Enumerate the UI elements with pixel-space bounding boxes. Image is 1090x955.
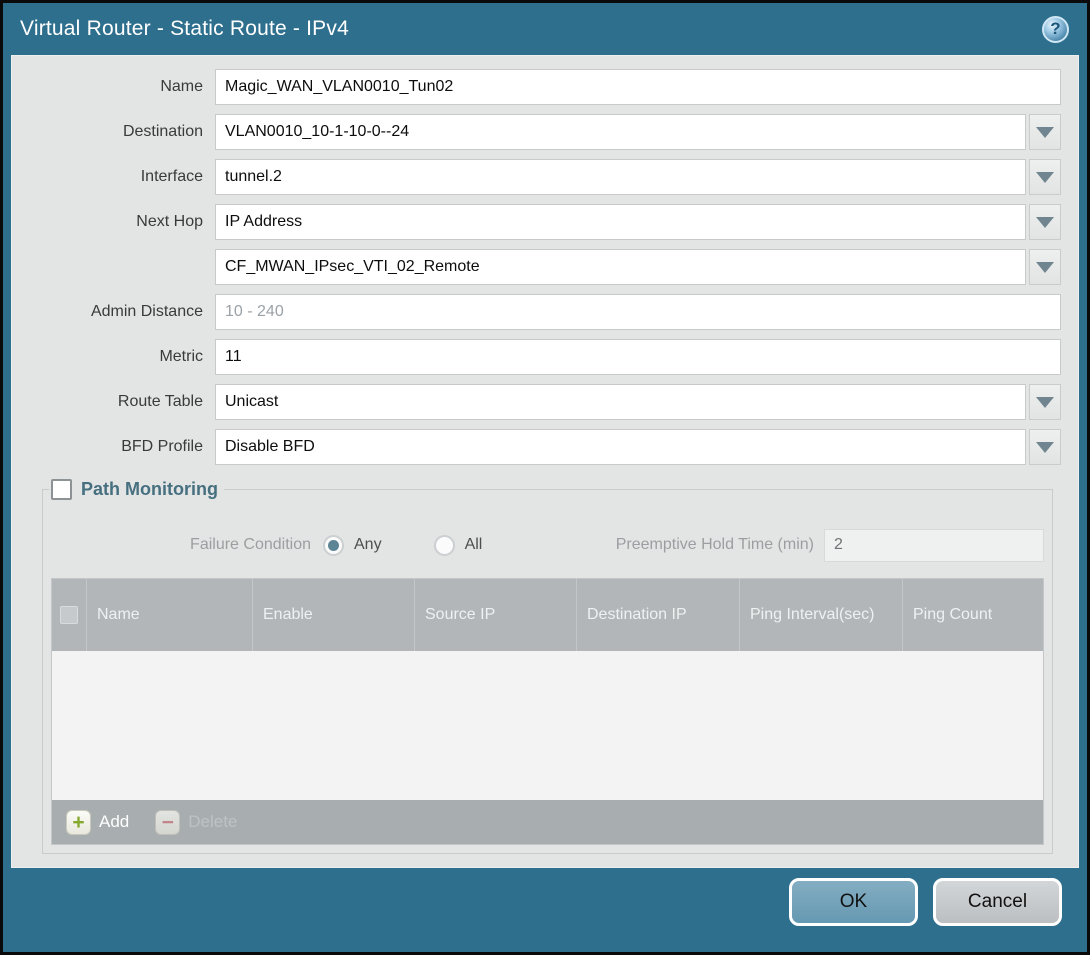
form-row-metric: Metric [22,339,1061,375]
name-label: Name [22,78,215,96]
form-row-next-hop: Next Hop [22,204,1061,240]
table-header-source-ip[interactable]: Source IP [414,579,576,651]
table-header-name[interactable]: Name [86,579,252,651]
form-row-admin-distance: Admin Distance [22,294,1061,330]
plus-icon: + [66,810,91,835]
chevron-down-icon [1036,262,1054,273]
next-hop-address-input[interactable] [215,249,1026,285]
destination-input[interactable] [215,114,1026,150]
bfd-profile-label: BFD Profile [22,438,215,456]
failure-condition-any-label: Any [354,536,382,554]
next-hop-label: Next Hop [22,213,215,231]
path-monitoring-checkbox[interactable] [51,479,72,500]
path-monitoring-section: Path Monitoring Failure Condition Any Al… [42,479,1053,854]
form-row-bfd-profile: BFD Profile [22,429,1061,465]
chevron-down-icon [1036,217,1054,228]
table-header-ping-count[interactable]: Ping Count [902,579,1043,651]
bfd-profile-dropdown-button[interactable] [1029,429,1061,465]
chevron-down-icon [1036,397,1054,408]
route-table-dropdown-button[interactable] [1029,384,1061,420]
table-header-enable[interactable]: Enable [252,579,414,651]
failure-condition-all-label: All [465,536,483,554]
dialog-titlebar: Virtual Router - Static Route - IPv4 ? [3,3,1087,55]
delete-button[interactable]: − Delete [155,810,237,835]
radio-selected-dot-icon [328,540,339,551]
next-hop-address-dropdown-button[interactable] [1029,249,1061,285]
form-row-destination: Destination [22,114,1061,150]
next-hop-type-dropdown-button[interactable] [1029,204,1061,240]
dialog-content: Name Destination Interface [11,55,1079,868]
interface-dropdown-button[interactable] [1029,159,1061,195]
table-header-row: Name Enable Source IP Destination IP Pin… [52,579,1043,651]
table-header-checkbox-cell [52,579,86,651]
name-input[interactable] [215,69,1061,105]
next-hop-type-input[interactable] [215,204,1026,240]
form-row-name: Name [22,69,1061,105]
path-monitoring-legend: Path Monitoring [49,479,224,500]
bfd-profile-input[interactable] [215,429,1026,465]
ok-button[interactable]: OK [789,878,918,926]
admin-distance-label: Admin Distance [22,303,215,321]
chevron-down-icon [1036,172,1054,183]
table-body-empty [52,651,1043,800]
chevron-down-icon [1036,127,1054,138]
delete-button-label: Delete [188,812,237,832]
preemptive-hold-time-input[interactable] [824,529,1044,562]
path-monitoring-table: Name Enable Source IP Destination IP Pin… [51,578,1044,800]
chevron-down-icon [1036,442,1054,453]
failure-condition-row: Failure Condition Any All Preemptive Hol… [51,528,1044,562]
table-header-destination-ip[interactable]: Destination IP [576,579,739,651]
dialog-footer: OK Cancel [3,868,1087,952]
interface-input[interactable] [215,159,1026,195]
static-route-dialog: Virtual Router - Static Route - IPv4 ? N… [3,3,1087,952]
help-icon[interactable]: ? [1042,16,1069,43]
add-button-label: Add [99,812,129,832]
table-header-ping-interval[interactable]: Ping Interval(sec) [739,579,902,651]
failure-condition-all-radio[interactable] [434,535,455,556]
route-table-input[interactable] [215,384,1026,420]
form-row-interface: Interface [22,159,1061,195]
metric-label: Metric [22,348,215,366]
form-row-route-table: Route Table [22,384,1061,420]
metric-input[interactable] [215,339,1061,375]
preemptive-hold-time-label: Preemptive Hold Time (min) [616,536,824,554]
destination-dropdown-button[interactable] [1029,114,1061,150]
dialog-title: Virtual Router - Static Route - IPv4 [20,17,1042,41]
admin-distance-input[interactable] [215,294,1061,330]
route-table-label: Route Table [22,393,215,411]
destination-label: Destination [22,123,215,141]
minus-icon: − [155,810,180,835]
path-monitoring-legend-text: Path Monitoring [81,479,218,500]
form-row-next-hop-address [22,249,1061,285]
failure-condition-any-radio[interactable] [323,535,344,556]
cancel-button[interactable]: Cancel [933,878,1062,926]
select-all-checkbox[interactable] [60,606,78,624]
add-button[interactable]: + Add [66,810,129,835]
failure-condition-label: Failure Condition [51,536,323,554]
interface-label: Interface [22,168,215,186]
table-footer-bar: + Add − Delete [51,800,1044,845]
